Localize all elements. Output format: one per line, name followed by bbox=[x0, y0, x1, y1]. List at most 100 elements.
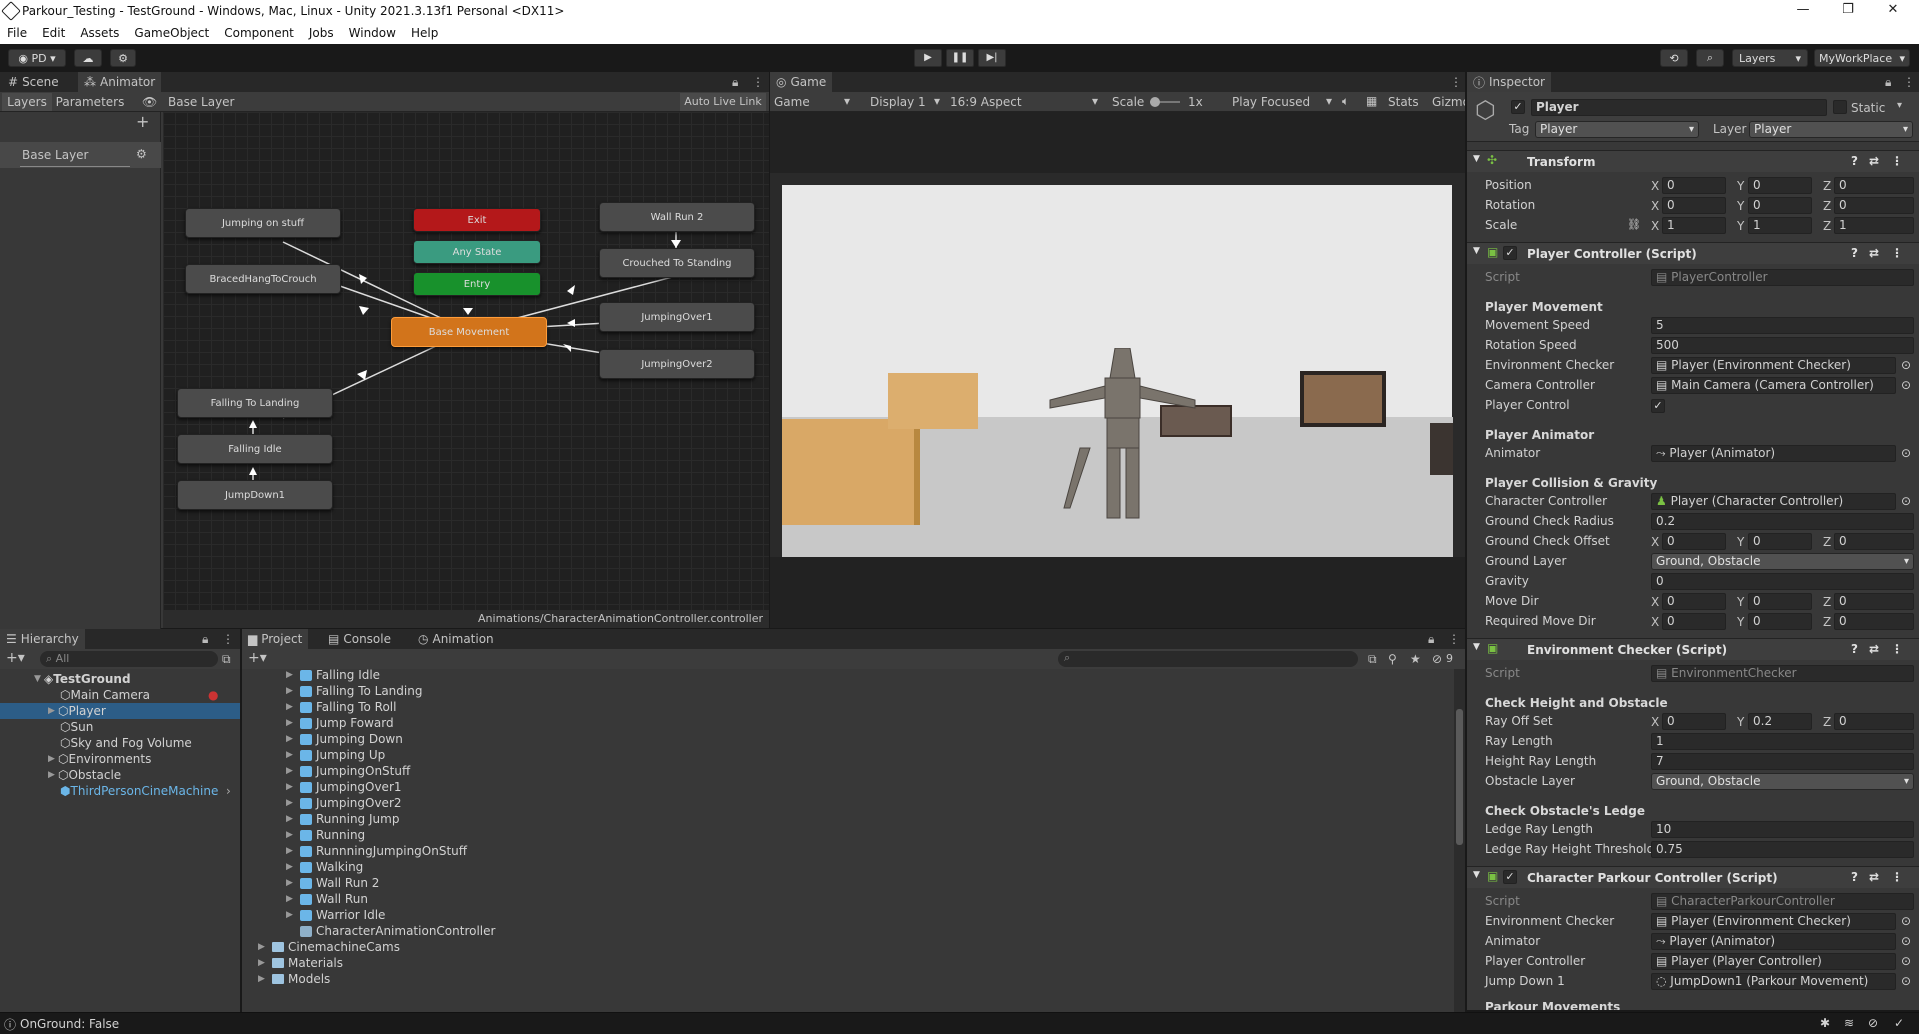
env-checker-ref-field[interactable]: ▤ Player (Environment Checker) bbox=[1651, 357, 1896, 374]
ray-offset-x-field[interactable]: 0 bbox=[1662, 713, 1726, 730]
component-enabled-checkbox[interactable]: ✓ bbox=[1503, 870, 1517, 884]
jump-down-ref-field[interactable]: ◌ JumpDown1 (Parkour Movement) bbox=[1651, 973, 1896, 990]
tab-project[interactable]: ▆ Project bbox=[242, 629, 309, 649]
menu-window[interactable]: Window bbox=[349, 26, 396, 40]
layout-dropdown[interactable]: MyWorkPlace ▾ bbox=[1814, 49, 1910, 67]
asset-item[interactable]: ▶ RunnningJumpingOnStuff bbox=[286, 843, 467, 859]
lock-icon[interactable]: 🔒︎ bbox=[732, 75, 738, 90]
object-name-input[interactable]: Player bbox=[1531, 99, 1827, 116]
menu-file[interactable]: File bbox=[7, 26, 27, 40]
position-x-field[interactable]: 0 bbox=[1662, 177, 1726, 194]
add-layer-icon[interactable]: + bbox=[136, 112, 149, 131]
object-picker-icon[interactable]: ⊙ bbox=[1901, 914, 1911, 928]
obstacle-layer-dropdown[interactable]: Ground, Obstacle bbox=[1651, 773, 1914, 790]
object-picker-icon[interactable]: ⊙ bbox=[1901, 378, 1911, 392]
help-icon[interactable]: ? bbox=[1851, 642, 1858, 656]
rotation-x-field[interactable]: 0 bbox=[1662, 197, 1726, 214]
more-menu-icon[interactable]: ⋮ bbox=[1891, 870, 1903, 884]
asset-item[interactable]: ▶ Warrior Idle bbox=[286, 907, 385, 923]
tab-inspector[interactable]: ⓘ Inspector bbox=[1467, 72, 1551, 92]
move-dir-y-field[interactable]: 0 bbox=[1748, 593, 1812, 610]
ground-offset-y-field[interactable]: 0 bbox=[1748, 533, 1812, 550]
help-icon[interactable]: ? bbox=[1851, 154, 1858, 168]
active-checkbox[interactable]: ✓ bbox=[1511, 100, 1525, 114]
menu-gameobject[interactable]: GameObject bbox=[134, 26, 209, 40]
scale-z-field[interactable]: 1 bbox=[1834, 217, 1914, 234]
ground-offset-z-field[interactable]: 0 bbox=[1834, 533, 1914, 550]
stats-button[interactable]: Stats bbox=[1388, 95, 1419, 109]
add-object-icon[interactable]: +▾ bbox=[6, 650, 25, 666]
step-button[interactable]: ▶| bbox=[978, 49, 1006, 67]
scene-visibility-icon[interactable]: ⧉ bbox=[222, 652, 231, 667]
favorites-icon[interactable]: ★ bbox=[1410, 652, 1421, 666]
ray-length-field[interactable]: 1 bbox=[1651, 733, 1914, 750]
asset-item[interactable]: ▶ Running bbox=[286, 827, 365, 843]
gizmos-button[interactable]: Gizmos bbox=[1432, 95, 1465, 109]
eye-icon[interactable]: 👁︎ bbox=[142, 95, 157, 109]
constrain-proportions-icon[interactable]: ⛓ bbox=[1627, 218, 1641, 231]
check-icon[interactable]: ✓ bbox=[1894, 1016, 1904, 1030]
asset-item[interactable]: ▶ Jumping Down bbox=[286, 731, 403, 747]
asset-item[interactable]: ▶ Falling To Roll bbox=[286, 699, 396, 715]
history-button[interactable]: ⟲ bbox=[1660, 49, 1688, 67]
tab-game[interactable]: ◎ Game bbox=[770, 72, 833, 92]
hidden-packages-icon[interactable]: ⊘ bbox=[1432, 652, 1442, 666]
animator-graph[interactable]: Jumping on stuff BracedHangToCrouch Exit… bbox=[163, 112, 769, 628]
folder-item[interactable]: ▶ Materials bbox=[258, 955, 343, 971]
hierarchy-item-obstacle[interactable]: ▶ ⬡ Obstacle bbox=[0, 767, 240, 783]
cache-server-icon[interactable]: ≋ bbox=[1844, 1016, 1854, 1030]
asset-item[interactable]: ▶ Wall Run 2 bbox=[286, 875, 379, 891]
search-by-label-icon[interactable]: ⚲ bbox=[1388, 652, 1397, 666]
game-mode-dropdown[interactable]: Game bbox=[774, 95, 810, 109]
object-picker-icon[interactable]: ⊙ bbox=[1901, 358, 1911, 372]
movement-speed-field[interactable]: 5 bbox=[1651, 317, 1914, 334]
state-jumping-on-stuff[interactable]: Jumping on stuff bbox=[185, 208, 341, 238]
menu-edit[interactable]: Edit bbox=[42, 26, 65, 40]
asset-item[interactable]: ▶ Running Jump bbox=[286, 811, 399, 827]
object-picker-icon[interactable]: ⊙ bbox=[1901, 974, 1911, 988]
state-falling-idle[interactable]: Falling Idle bbox=[177, 434, 333, 464]
env-checker-header[interactable]: ▼ ▣ Environment Checker (Script) ? ⇄ ⋮ bbox=[1467, 638, 1919, 660]
more-menu-icon[interactable]: ⋮ bbox=[1891, 154, 1903, 168]
state-jumping-over2[interactable]: JumpingOver2 bbox=[599, 349, 755, 379]
tab-console[interactable]: ▤ Console bbox=[322, 629, 397, 649]
chevron-down-icon[interactable]: ▾ bbox=[1897, 100, 1902, 111]
presets-icon[interactable]: ⇄ bbox=[1869, 642, 1879, 656]
rotation-y-field[interactable]: 0 bbox=[1748, 197, 1812, 214]
create-asset-icon[interactable]: +▾ bbox=[248, 650, 267, 666]
menu-jobs[interactable]: Jobs bbox=[309, 26, 334, 40]
hierarchy-item-environments[interactable]: ▶ ⬡ Environments bbox=[0, 751, 240, 767]
hierarchy-item-player[interactable]: ▶ ⬡ Player bbox=[0, 703, 240, 719]
folder-item[interactable]: ▶ CinemachineCams bbox=[258, 939, 400, 955]
scale-slider-handle[interactable] bbox=[1150, 97, 1160, 107]
mute-audio-icon[interactable]: 🔈︎ bbox=[1342, 94, 1349, 109]
state-base-movement[interactable]: Base Movement bbox=[391, 317, 547, 347]
rotation-z-field[interactable]: 0 bbox=[1834, 197, 1914, 214]
search-by-type-icon[interactable]: ⧉ bbox=[1368, 652, 1377, 667]
req-move-dir-x-field[interactable]: 0 bbox=[1662, 613, 1726, 630]
more-menu-icon[interactable]: ⋮ bbox=[1448, 632, 1460, 646]
parkour-animator-ref-field[interactable]: ⤳ Player (Animator) bbox=[1651, 933, 1896, 950]
gravity-field[interactable]: 0 bbox=[1651, 573, 1914, 590]
camera-controller-ref-field[interactable]: ▤ Main Camera (Camera Controller) bbox=[1651, 377, 1896, 394]
position-y-field[interactable]: 0 bbox=[1748, 177, 1812, 194]
more-menu-icon[interactable]: ⋮ bbox=[222, 632, 234, 646]
state-braced-hang-to-crouch[interactable]: BracedHangToCrouch bbox=[185, 264, 341, 294]
tab-hierarchy[interactable]: ☰ Hierarchy bbox=[0, 629, 85, 649]
progress-icon[interactable]: ⊘ bbox=[1868, 1016, 1878, 1030]
ground-radius-field[interactable]: 0.2 bbox=[1651, 513, 1914, 530]
display-dropdown[interactable]: Display 1 bbox=[870, 95, 926, 109]
player-control-checkbox[interactable]: ✓ bbox=[1651, 399, 1665, 413]
asset-item-controller[interactable]: CharacterAnimationController bbox=[286, 923, 495, 939]
search-button[interactable]: ⌕ bbox=[1696, 49, 1724, 67]
tab-parameters[interactable]: Parameters bbox=[54, 93, 126, 111]
state-entry[interactable]: Entry bbox=[413, 272, 541, 296]
asset-item[interactable]: ▶ Walking bbox=[286, 859, 363, 875]
close-button[interactable]: ✕ bbox=[1873, 2, 1913, 20]
transform-header[interactable]: ▼ ✣ Transform ? ⇄ ⋮ bbox=[1467, 150, 1919, 172]
menu-help[interactable]: Help bbox=[411, 26, 438, 40]
gear-icon[interactable]: ⚙ bbox=[136, 147, 147, 161]
maximize-button[interactable]: ❐ bbox=[1828, 2, 1868, 20]
presets-icon[interactable]: ⇄ bbox=[1869, 246, 1879, 260]
component-enabled-checkbox[interactable]: ✓ bbox=[1503, 246, 1517, 260]
